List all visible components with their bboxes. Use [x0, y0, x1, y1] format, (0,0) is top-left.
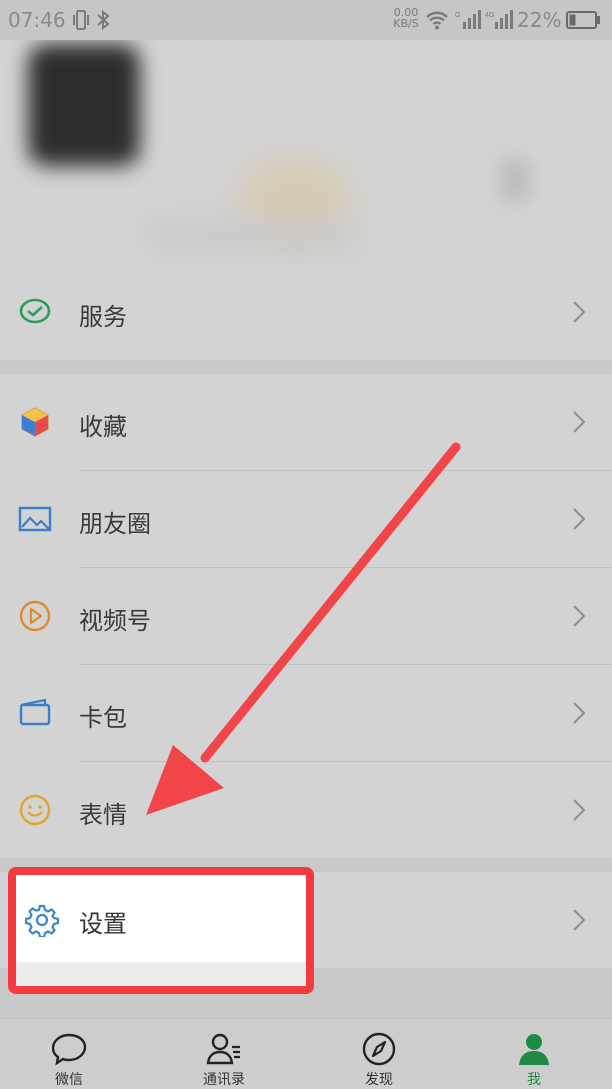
profile-header[interactable]: [0, 40, 612, 280]
gear-icon: [25, 904, 59, 937]
chevron-right-icon: [573, 909, 586, 931]
tab-label: 我: [527, 1072, 541, 1088]
menu-item-label: 收藏: [79, 413, 127, 441]
menu-item-moments[interactable]: 朋友圈: [0, 471, 612, 567]
chevron-right-icon: [573, 508, 586, 530]
settings-highlight-box[interactable]: 设置: [8, 867, 314, 994]
section-gap: [0, 360, 612, 374]
battery-icon: [566, 11, 600, 29]
status-bar: 07:46 0.00 KB/S G 4G 22%: [0, 0, 612, 40]
menu-item-label: 视频号: [79, 607, 151, 635]
tab-me[interactable]: 我: [474, 1019, 594, 1088]
picture-icon: [18, 506, 52, 532]
contacts-icon: [206, 1033, 240, 1065]
signal-4g-icon: 4G: [485, 10, 513, 29]
blurred-region: [150, 220, 350, 250]
tab-chats[interactable]: 微信: [9, 1019, 129, 1088]
smiley-icon: [19, 794, 51, 826]
wifi-icon: [426, 11, 448, 30]
settings-box-strip: [16, 962, 306, 986]
menu-item-stickers[interactable]: 表情: [0, 762, 612, 858]
menu-item-label: 表情: [79, 801, 127, 829]
me-page: 07:46 0.00 KB/S G 4G 22% 服务 收藏 朋友圈 视频号 卡…: [0, 0, 612, 1088]
battery-percent: 22%: [517, 8, 562, 32]
play-circle-icon: [19, 600, 51, 632]
svg-text:4G: 4G: [485, 12, 494, 19]
chevron-right-icon: [573, 702, 586, 724]
cube-icon: [21, 407, 49, 437]
chevron-right-icon: [573, 411, 586, 433]
menu-item-favorites[interactable]: 收藏: [0, 374, 612, 470]
avatar[interactable]: [28, 44, 140, 166]
bluetooth-icon: [97, 10, 110, 30]
settings-label: 设置: [79, 910, 127, 938]
tab-contacts[interactable]: 通讯录: [164, 1019, 284, 1088]
chevron-right-icon: [573, 799, 586, 821]
menu-item-channels[interactable]: 视频号: [0, 568, 612, 664]
vibrate-icon: [73, 10, 89, 30]
chevron-right-icon: [573, 605, 586, 627]
net-speed: 0.00 KB/S: [388, 7, 424, 29]
menu-item-label: 朋友圈: [79, 510, 151, 538]
menu-item-label: 卡包: [79, 704, 127, 732]
tab-bar: 微信 通讯录 发现 我: [0, 1018, 612, 1088]
wallet-icon: [19, 698, 51, 726]
chat-bubble-icon: [51, 1033, 87, 1066]
status-time: 07:46: [8, 8, 66, 32]
person-icon: [519, 1034, 549, 1065]
signal-icon: G: [455, 10, 481, 29]
wechat-pay-icon: [19, 298, 51, 324]
chevron-right-icon: [573, 301, 586, 323]
svg-text:G: G: [455, 12, 460, 19]
tab-discover[interactable]: 发现: [319, 1019, 439, 1088]
menu-item-label: 服务: [79, 303, 127, 331]
menu-item-card-wallet[interactable]: 卡包: [0, 665, 612, 761]
tab-label: 发现: [365, 1072, 393, 1088]
tab-label: 通讯录: [203, 1072, 245, 1088]
blurred-region: [500, 160, 530, 200]
net-speed-unit: KB/S: [393, 17, 419, 30]
tab-label: 微信: [55, 1072, 83, 1088]
compass-icon: [362, 1032, 396, 1066]
menu-item-service[interactable]: 服务: [0, 264, 612, 360]
